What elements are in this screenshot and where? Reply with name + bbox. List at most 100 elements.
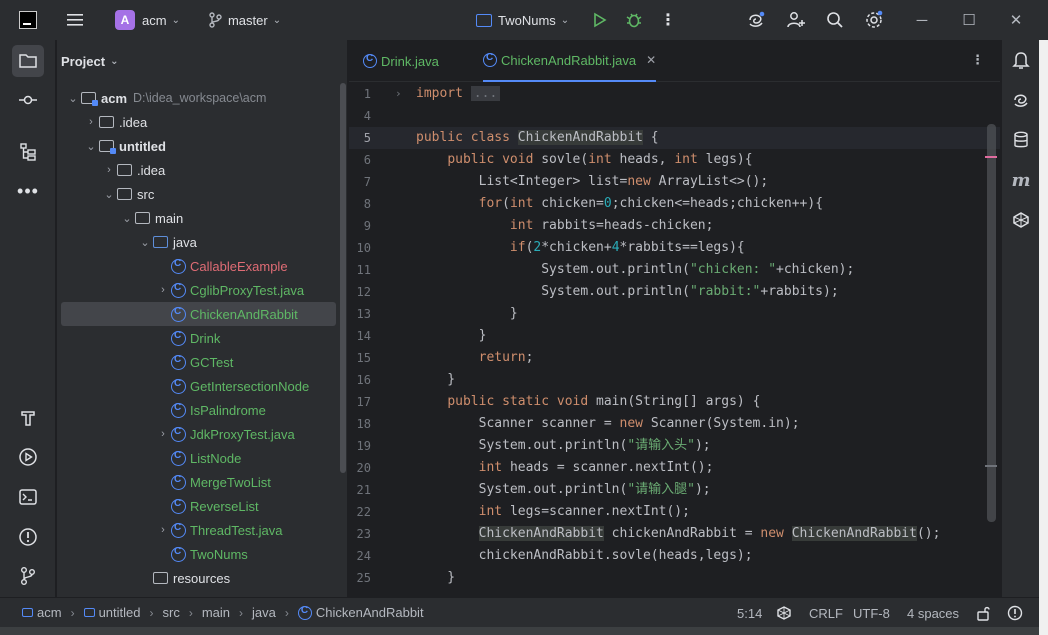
code-line[interactable]: 16 } bbox=[349, 369, 1000, 391]
breadcrumb-item[interactable]: src bbox=[162, 605, 179, 620]
fold-chevron-icon[interactable]: › bbox=[395, 83, 402, 105]
git-tool-button[interactable] bbox=[12, 560, 44, 592]
notifications-button[interactable] bbox=[1009, 48, 1033, 72]
code-line[interactable]: 14 } bbox=[349, 325, 1000, 347]
chevron-down-icon[interactable]: ⌄ bbox=[119, 212, 135, 225]
more-tools-icon[interactable]: ••• bbox=[12, 175, 44, 207]
chevron-down-icon[interactable]: ⌄ bbox=[101, 188, 117, 201]
project-panel-header[interactable]: Project ⌄ bbox=[57, 40, 347, 82]
file-encoding[interactable]: UTF-8 bbox=[853, 598, 890, 628]
caret-position[interactable]: 5:14 bbox=[737, 598, 762, 628]
tree-item[interactable]: ChickenAndRabbit bbox=[61, 302, 336, 326]
code-line[interactable]: 1 › import ... bbox=[349, 83, 1000, 105]
tree-item[interactable]: ⌄ acm D:\idea_workspace\acm bbox=[61, 86, 336, 110]
code-line[interactable]: 20 int heads = scanner.nextInt(); bbox=[349, 457, 1000, 479]
debug-button[interactable] bbox=[622, 0, 646, 40]
code-line[interactable]: 17 public static void main(String[] args… bbox=[349, 391, 1000, 413]
tree-item[interactable]: › ThreadTest.java bbox=[61, 518, 336, 542]
code-line[interactable]: 18 Scanner scanner = new Scanner(System.… bbox=[349, 413, 1000, 435]
editor-scrollbar[interactable] bbox=[987, 124, 996, 522]
chevron-right-icon[interactable]: › bbox=[101, 164, 117, 176]
chevron-right-icon[interactable]: › bbox=[155, 284, 171, 296]
commit-tool-button[interactable] bbox=[12, 84, 44, 116]
ai-assistant-tool-button[interactable] bbox=[1009, 88, 1033, 112]
breadcrumb-item[interactable]: java bbox=[252, 605, 276, 620]
code-line[interactable]: 19 System.out.println("请输入头"); bbox=[349, 435, 1000, 457]
chevron-down-icon[interactable]: ⌄ bbox=[137, 236, 153, 249]
breadcrumb-item[interactable]: untitled bbox=[83, 605, 140, 620]
project-scrollbar[interactable] bbox=[340, 83, 346, 473]
chevron-down-icon[interactable]: ⌄ bbox=[83, 140, 99, 153]
indent-setting[interactable]: 4 spaces bbox=[907, 598, 959, 628]
branch-selector[interactable]: master ⌄ bbox=[208, 0, 281, 40]
project-tool-button[interactable] bbox=[12, 45, 44, 77]
code-line[interactable]: 10 if(2*chicken+4*rabbits==legs){ bbox=[349, 237, 1000, 259]
code-line[interactable]: 9 int rabbits=heads-chicken; bbox=[349, 215, 1000, 237]
code-line[interactable]: 13 } bbox=[349, 303, 1000, 325]
breadcrumb-item[interactable]: ChickenAndRabbit bbox=[297, 605, 424, 620]
plugin-tool-button[interactable] bbox=[1009, 208, 1033, 232]
database-tool-button[interactable] bbox=[1009, 128, 1033, 152]
maven-icon[interactable]: m bbox=[1009, 168, 1033, 192]
tree-item[interactable]: ⌄ src bbox=[61, 182, 336, 206]
code-line[interactable]: 8 for(int chicken=0;chicken<=heads;chick… bbox=[349, 193, 1000, 215]
code-line[interactable]: 21 System.out.println("请输入腿"); bbox=[349, 479, 1000, 501]
minimize-button[interactable]: ─ bbox=[899, 0, 945, 40]
read-only-toggle[interactable] bbox=[977, 598, 991, 628]
run-tool-button[interactable] bbox=[12, 441, 44, 473]
main-menu-button[interactable] bbox=[67, 0, 83, 40]
code-area[interactable]: 1 › import ... 4 5 public class ChickenAndRab… bbox=[349, 82, 1000, 597]
close-tab-icon[interactable]: ✕ bbox=[646, 53, 656, 67]
chevron-down-icon[interactable]: ⌄ bbox=[65, 92, 81, 105]
tree-item[interactable]: ReverseList bbox=[61, 494, 336, 518]
code-line[interactable]: 7 List<Integer> list=new ArrayList<>(); bbox=[349, 171, 1000, 193]
tree-item[interactable]: › JdkProxyTest.java bbox=[61, 422, 336, 446]
build-tool-button[interactable] bbox=[12, 402, 44, 434]
code-line[interactable]: 22 int legs=scanner.nextInt(); bbox=[349, 501, 1000, 523]
tree-item[interactable]: GCTest bbox=[61, 350, 336, 374]
close-window-button[interactable]: ✕ bbox=[993, 0, 1039, 40]
problems-tool-button[interactable] bbox=[12, 521, 44, 553]
chevron-right-icon[interactable]: › bbox=[155, 428, 171, 440]
code-line[interactable]: 15 return; bbox=[349, 347, 1000, 369]
tree-item[interactable]: resources bbox=[61, 566, 336, 590]
tree-item[interactable]: ⌄ untitled bbox=[61, 134, 336, 158]
tree-item[interactable]: TwoNums bbox=[61, 542, 336, 566]
app-logo-icon[interactable] bbox=[19, 11, 37, 29]
tree-item[interactable]: › .idea bbox=[61, 110, 336, 134]
structure-tool-button[interactable] bbox=[12, 136, 44, 168]
tree-item[interactable]: ListNode bbox=[61, 446, 336, 470]
run-button[interactable] bbox=[588, 0, 612, 40]
tree-item[interactable]: GetIntersectionNode bbox=[61, 374, 336, 398]
tab-drink[interactable]: Drink.java bbox=[363, 40, 439, 82]
code-line[interactable]: 24 chickenAndRabbit.sovle(heads,legs); bbox=[349, 545, 1000, 567]
code-line[interactable]: 11 System.out.println("chicken: "+chicke… bbox=[349, 259, 1000, 281]
code-line[interactable]: 12 System.out.println("rabbit:"+rabbits)… bbox=[349, 281, 1000, 303]
tab-chickenandrabbit[interactable]: ChickenAndRabbit.java ✕ bbox=[483, 40, 657, 82]
inspection-status[interactable] bbox=[1007, 598, 1023, 628]
search-button[interactable] bbox=[823, 0, 847, 40]
tabs-more-icon[interactable]: ⋮ bbox=[971, 52, 984, 68]
code-line[interactable]: 25 } bbox=[349, 567, 1000, 589]
tree-item[interactable]: › .idea bbox=[61, 158, 336, 182]
tree-item[interactable]: ⌄ java bbox=[61, 230, 336, 254]
add-user-button[interactable] bbox=[784, 0, 808, 40]
more-actions-icon[interactable]: ⋮ bbox=[656, 0, 680, 40]
terminal-tool-button[interactable] bbox=[12, 481, 44, 513]
breadcrumb-item[interactable]: main bbox=[202, 605, 230, 620]
project-selector[interactable]: A acm ⌄ bbox=[83, 0, 180, 40]
tree-item[interactable]: › CglibProxyTest.java bbox=[61, 278, 336, 302]
tree-item[interactable]: CallableExample bbox=[61, 254, 336, 278]
breadcrumb-item[interactable]: acm bbox=[22, 605, 62, 620]
code-line[interactable]: 5 public class ChickenAndRabbit { bbox=[349, 127, 1000, 149]
line-separator[interactable]: CRLF bbox=[809, 598, 843, 628]
maximize-button[interactable]: ☐ bbox=[946, 0, 992, 40]
tree-item[interactable]: Drink bbox=[61, 326, 336, 350]
chevron-right-icon[interactable]: › bbox=[155, 524, 171, 536]
ai-assistant-button[interactable] bbox=[744, 0, 768, 40]
run-config-selector[interactable]: TwoNums ⌄ bbox=[476, 0, 569, 40]
tree-item[interactable]: MergeTwoList bbox=[61, 470, 336, 494]
vcs-status-button[interactable] bbox=[776, 598, 792, 628]
tree-item[interactable]: IsPalindrome bbox=[61, 398, 336, 422]
code-line[interactable]: 4 bbox=[349, 105, 1000, 127]
